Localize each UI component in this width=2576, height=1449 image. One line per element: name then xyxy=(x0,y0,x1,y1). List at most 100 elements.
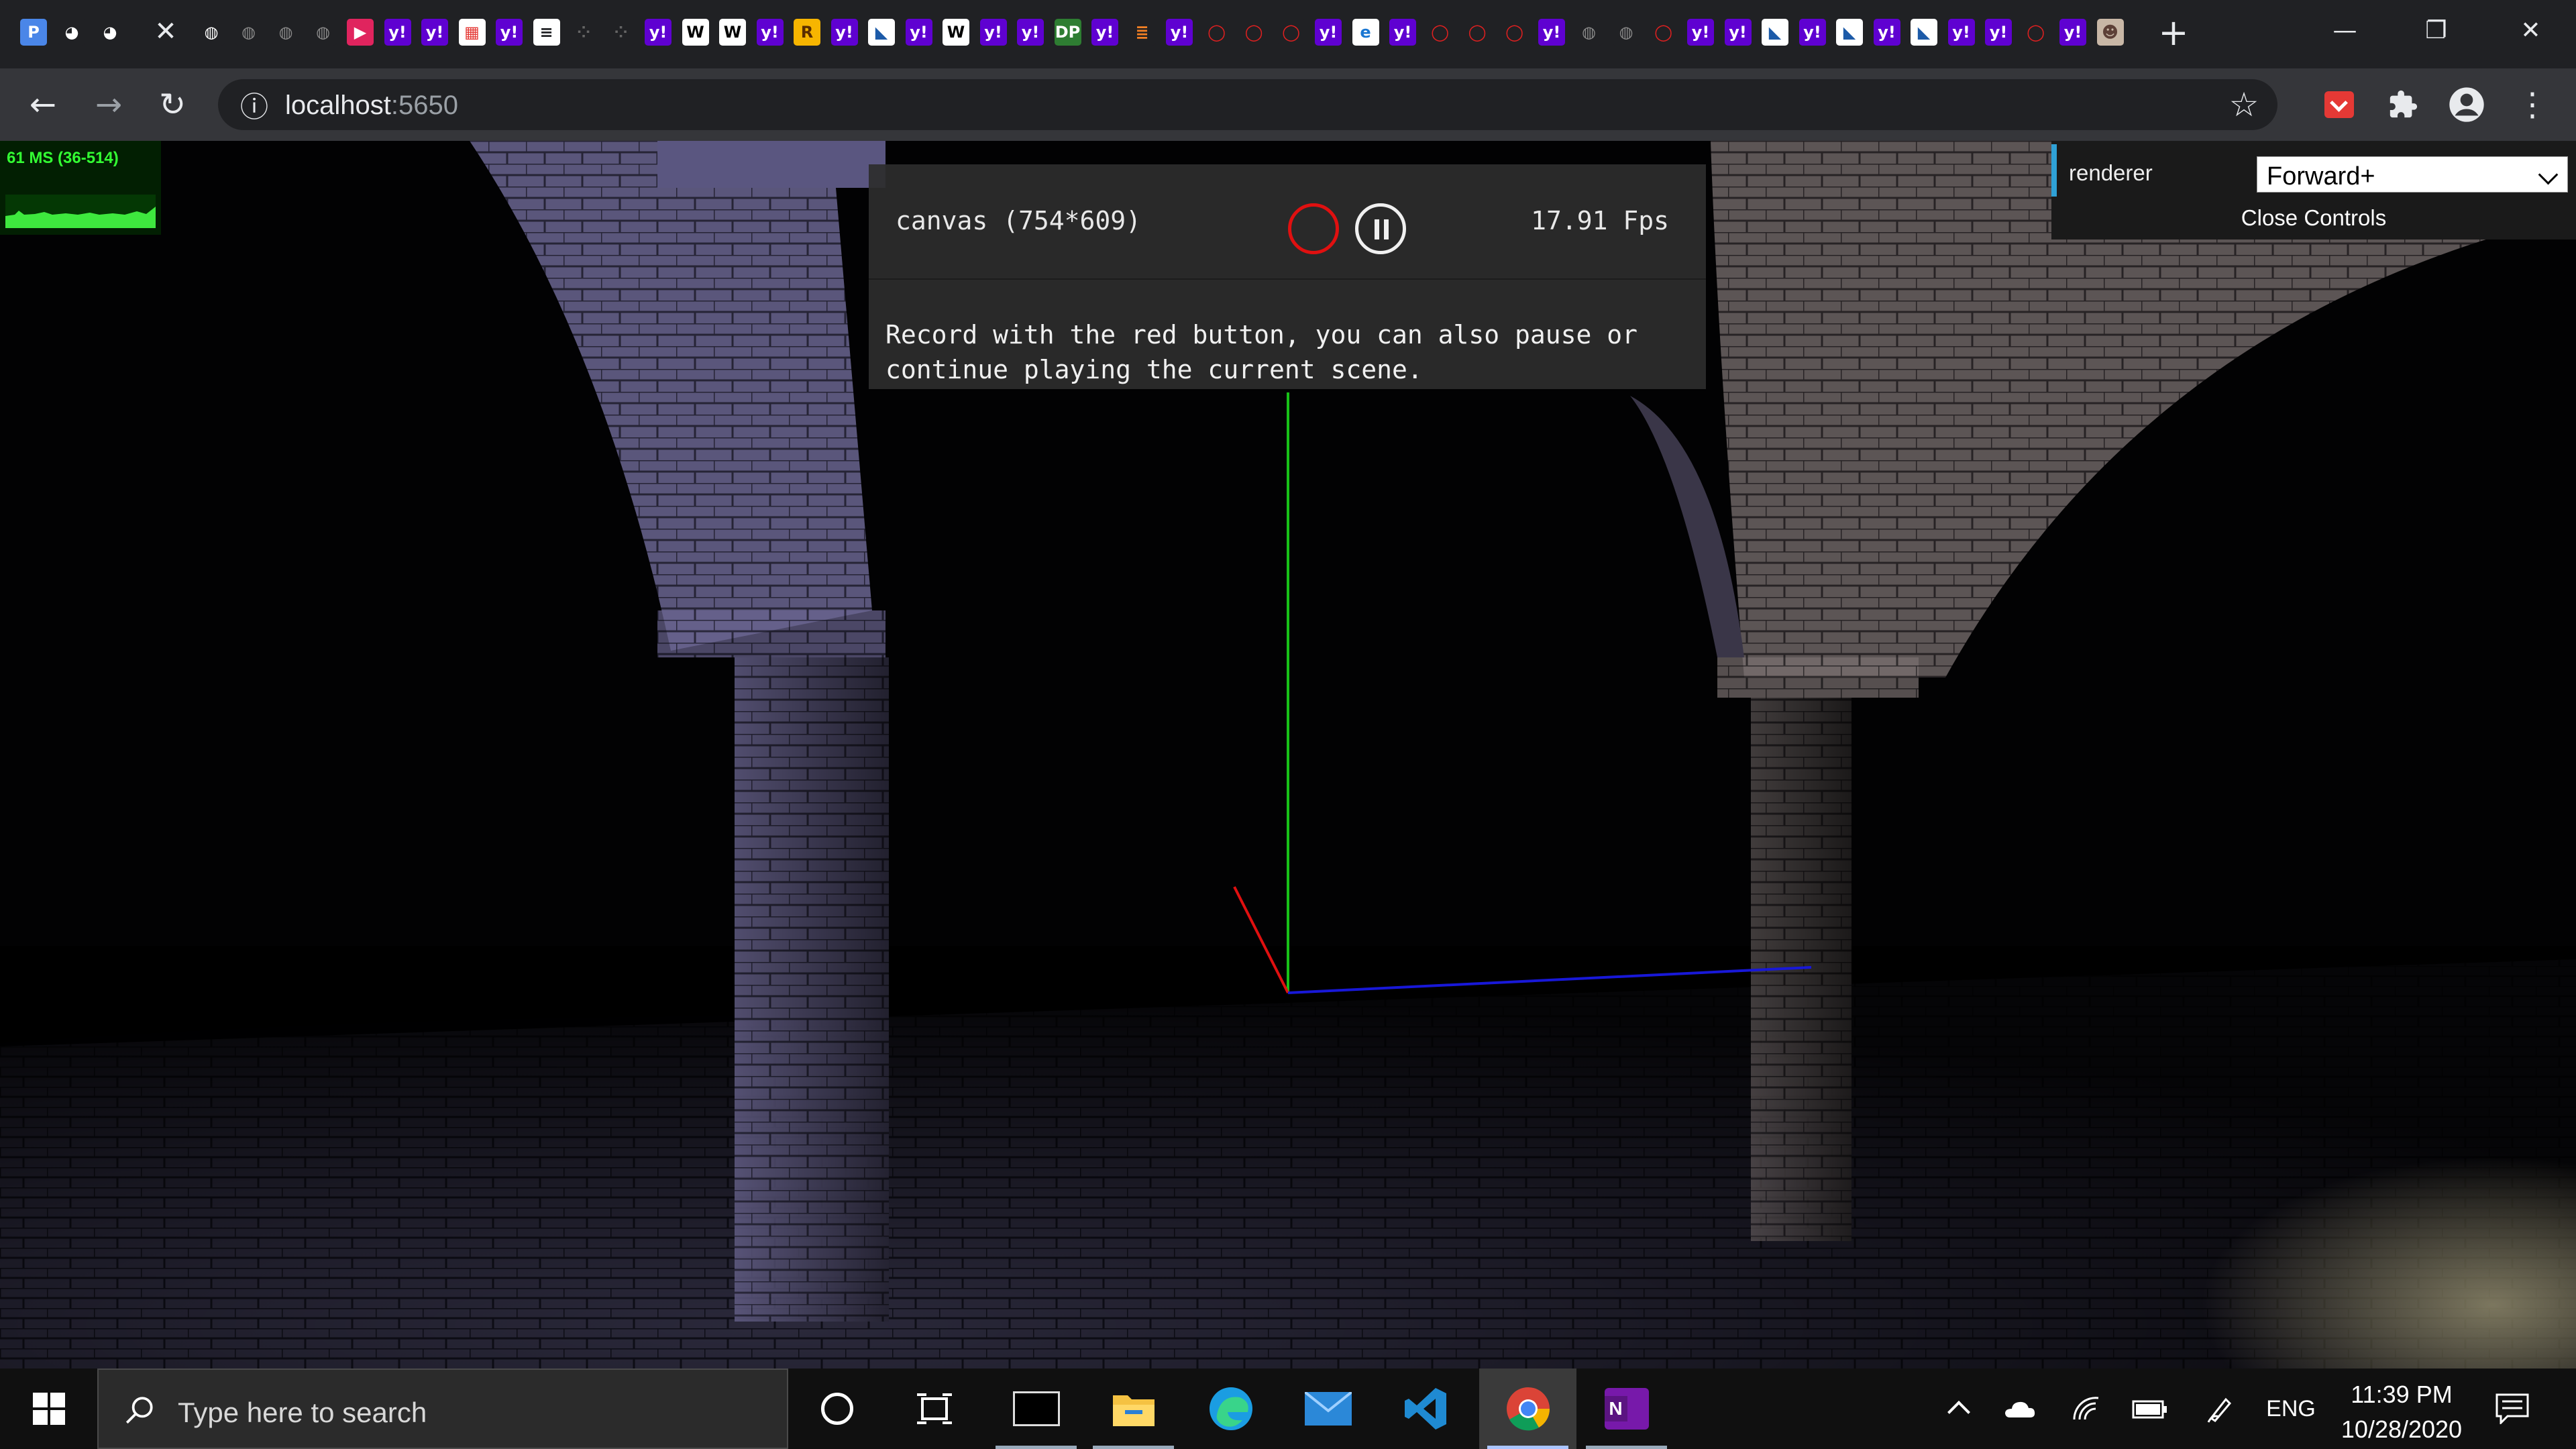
ie-icon[interactable]: e xyxy=(1352,19,1379,46)
profile-photo-icon[interactable]: ☻ xyxy=(2096,19,2124,46)
yahoo-icon[interactable]: y! xyxy=(1985,19,2012,46)
taskbar-mail[interactable] xyxy=(1279,1368,1377,1449)
stats-panel[interactable]: 61 MS (36-514) xyxy=(0,141,161,235)
opera-icon[interactable]: ◯ xyxy=(1203,19,1230,46)
yahoo-icon[interactable]: y! xyxy=(756,19,784,46)
globe-icon[interactable]: ◍ xyxy=(272,19,299,46)
renderer-select[interactable]: Forward+ xyxy=(2257,156,2568,193)
wikipedia-icon[interactable]: W xyxy=(682,19,709,46)
opera-icon[interactable]: ◯ xyxy=(1650,19,1677,46)
new-tab-button[interactable]: + xyxy=(2153,11,2194,54)
bird-icon[interactable]: ◣ xyxy=(1836,19,1863,46)
wikipedia-icon[interactable]: W xyxy=(719,19,746,46)
github-icon[interactable]: ◕ xyxy=(58,19,85,46)
taskbar-vscode[interactable] xyxy=(1377,1368,1474,1449)
yahoo-icon[interactable]: y! xyxy=(1873,19,1900,46)
yahoo-icon[interactable]: y! xyxy=(1947,19,1975,46)
opera-icon[interactable]: ◯ xyxy=(1464,19,1491,46)
yahoo-icon[interactable]: y! xyxy=(496,19,523,46)
yahoo-icon[interactable]: y! xyxy=(1315,19,1342,46)
pen-icon[interactable] xyxy=(2200,1368,2241,1449)
controls-panel: renderer Forward+ Close Controls xyxy=(2051,141,2576,239)
cortana-button[interactable] xyxy=(788,1368,885,1449)
opera-icon[interactable]: ◯ xyxy=(2022,19,2049,46)
site-info-icon[interactable]: ⓘ xyxy=(235,86,273,123)
play-icon[interactable]: ▶ xyxy=(347,19,374,46)
r-icon[interactable]: R xyxy=(794,19,820,46)
globe-icon[interactable]: ◍ xyxy=(309,19,337,46)
p-icon[interactable]: P xyxy=(20,19,47,46)
globe-icon[interactable]: ◍ xyxy=(198,19,225,46)
browser-menu-button[interactable]: ⋮ xyxy=(2511,83,2554,126)
taskbar-terminal[interactable] xyxy=(987,1368,1085,1449)
taskbar-clock[interactable]: 11:39 PM 10/28/2020 xyxy=(2334,1381,2469,1444)
profile-button[interactable] xyxy=(2445,83,2488,126)
taskbar-file-explorer[interactable] xyxy=(1085,1368,1182,1449)
stackoverflow-icon[interactable]: ≣ xyxy=(1128,19,1156,46)
tab-close-button[interactable]: ✕ xyxy=(149,15,182,48)
record-button[interactable] xyxy=(1288,203,1339,254)
yahoo-icon[interactable]: y! xyxy=(979,19,1007,46)
app-running-indicator xyxy=(1586,1446,1667,1449)
close-controls-button[interactable]: Close Controls xyxy=(2051,205,2576,235)
onedrive-icon[interactable] xyxy=(1999,1368,2039,1449)
opera-icon[interactable]: ◯ xyxy=(1240,19,1267,46)
taskbar-search-box[interactable]: Type here to search xyxy=(97,1368,788,1449)
opera-icon[interactable]: ◯ xyxy=(1501,19,1528,46)
tab-strip: P ◕ ◕ ◍ ◍ ◍ ◍ ▶ y! y! ▦ y! ≡ ⁘ ⁘ y! W Wy! Ry! ◣ y! Wy! y! DP y! ≣… xyxy=(0,0,2576,68)
document-icon[interactable]: ≡ xyxy=(533,19,560,46)
colorful-icon[interactable]: ▦ xyxy=(458,19,486,46)
yahoo-icon[interactable]: y! xyxy=(1538,19,1565,46)
yahoo-icon[interactable]: y! xyxy=(830,19,858,46)
yahoo-icon[interactable]: y! xyxy=(421,19,448,46)
yahoo-icon[interactable]: y! xyxy=(645,19,672,46)
bookmark-star-icon[interactable]: ☆ xyxy=(2224,83,2264,126)
address-bar[interactable]: ⓘ localhost:5650 ☆ xyxy=(218,79,2277,130)
show-hidden-icons-button[interactable] xyxy=(1939,1368,1979,1449)
reload-button[interactable]: ↻ xyxy=(151,83,194,126)
minimize-button[interactable]: — xyxy=(2300,0,2390,60)
bird-icon[interactable]: ◣ xyxy=(868,19,895,46)
close-window-button[interactable]: ✕ xyxy=(2485,0,2576,60)
dots-icon[interactable]: ⁘ xyxy=(570,19,597,46)
globe-icon[interactable]: ◍ xyxy=(1613,19,1640,46)
yahoo-icon[interactable]: y! xyxy=(2059,19,2086,46)
back-button[interactable]: ← xyxy=(21,83,64,126)
opera-icon[interactable]: ◯ xyxy=(1277,19,1305,46)
taskbar-onenote[interactable]: N xyxy=(1578,1368,1675,1449)
taskbar-chrome[interactable] xyxy=(1479,1368,1576,1449)
globe-icon[interactable]: ◍ xyxy=(235,19,262,46)
opera-icon[interactable]: ◯ xyxy=(1426,19,1454,46)
extensions-button[interactable] xyxy=(2381,83,2424,126)
webgl-canvas[interactable]: 61 MS (36-514) canvas (754*609) 17.91 Fp… xyxy=(0,141,2576,1368)
yahoo-icon[interactable]: y! xyxy=(1091,19,1118,46)
battery-icon[interactable] xyxy=(2127,1368,2174,1449)
yahoo-icon[interactable]: y! xyxy=(1389,19,1416,46)
taskbar-edge[interactable] xyxy=(1182,1368,1279,1449)
pocket-icon xyxy=(2324,91,2354,118)
wikipedia-icon[interactable]: W xyxy=(943,19,969,46)
start-button[interactable] xyxy=(0,1368,97,1449)
globe-icon[interactable]: ◍ xyxy=(1575,19,1603,46)
bird-icon[interactable]: ◣ xyxy=(1911,19,1937,46)
dots-icon[interactable]: ⁘ xyxy=(607,19,635,46)
yahoo-icon[interactable]: y! xyxy=(1017,19,1044,46)
yahoo-icon[interactable]: y! xyxy=(1687,19,1714,46)
yahoo-icon[interactable]: y! xyxy=(1799,19,1826,46)
restore-button[interactable]: ❐ xyxy=(2391,0,2481,60)
yahoo-icon[interactable]: y! xyxy=(1724,19,1752,46)
yahoo-icon[interactable]: y! xyxy=(1166,19,1193,46)
dp-icon[interactable]: DP xyxy=(1054,19,1081,46)
bird-icon[interactable]: ◣ xyxy=(1762,19,1788,46)
chevron-up-icon xyxy=(1947,1401,1970,1424)
pocket-extension-button[interactable] xyxy=(2318,83,2361,126)
github-icon[interactable]: ◕ xyxy=(97,19,123,46)
yahoo-icon[interactable]: y! xyxy=(905,19,932,46)
forward-button[interactable]: → xyxy=(87,83,130,126)
language-indicator[interactable]: ENG xyxy=(2261,1368,2321,1449)
notifications-button[interactable] xyxy=(2489,1368,2536,1449)
pause-button[interactable] xyxy=(1355,203,1406,254)
wifi-icon[interactable] xyxy=(2066,1368,2106,1449)
yahoo-icon[interactable]: y! xyxy=(384,19,411,46)
task-view-button[interactable] xyxy=(885,1368,983,1449)
